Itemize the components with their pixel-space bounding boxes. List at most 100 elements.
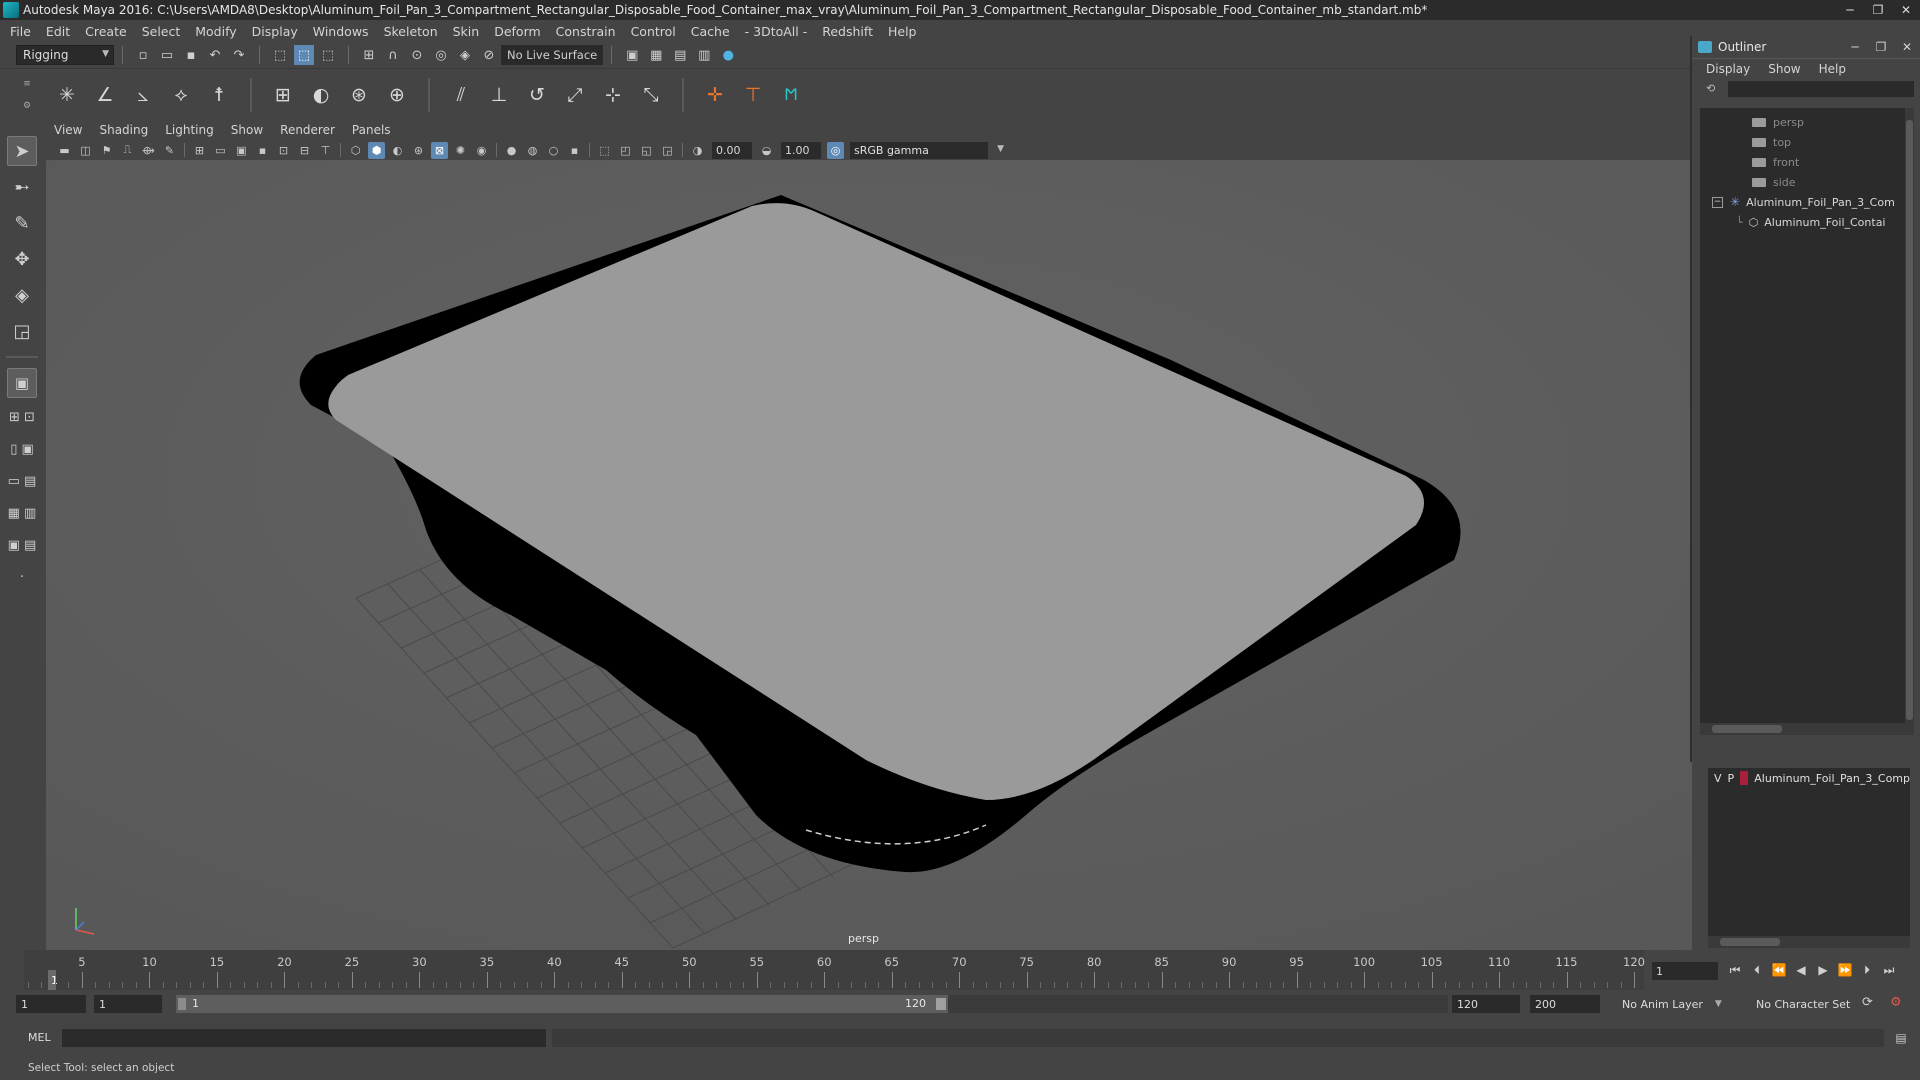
menu-display[interactable]: Display [252, 24, 298, 39]
field-chart-icon[interactable]: ⊡ [275, 142, 292, 159]
animation-prefs-icon[interactable]: ⚙ [1890, 995, 1902, 1010]
mel-label[interactable]: MEL [28, 1031, 51, 1044]
tree-item-top[interactable]: top [1700, 132, 1914, 152]
step-back-key-icon[interactable]: ⏪ [1768, 960, 1790, 980]
character-set-dropdown[interactable]: No Character Set [1756, 995, 1850, 1013]
minimize-button[interactable]: ─ [1836, 1, 1864, 19]
safe-action-icon[interactable]: ⊟ [296, 142, 313, 159]
wrap-deformer-icon[interactable]: ⊛ [343, 79, 375, 111]
snap-live-icon[interactable]: ⊘ [479, 45, 499, 65]
new-scene-icon[interactable]: ▫ [133, 45, 153, 65]
resolution-gate-icon[interactable]: ▣ [233, 142, 250, 159]
locator-icon[interactable]: ✛ [699, 79, 731, 111]
tree-item-root[interactable]: − ✳ Aluminum_Foil_Pan_3_Com [1700, 192, 1914, 212]
gate-mask-icon[interactable]: ▪ [254, 142, 271, 159]
save-scene-icon[interactable]: ▪ [181, 45, 201, 65]
filter-icon[interactable]: ⟲ [1706, 82, 1720, 96]
tree-item-child[interactable]: └ ⬡ Aluminum_Foil_Contai [1700, 212, 1914, 232]
image-plane-icon[interactable]: ⎍ [119, 142, 136, 159]
snap-surface-icon[interactable]: ◈ [455, 45, 475, 65]
anti-aliasing-icon[interactable]: ○ [545, 142, 562, 159]
ik-spline-icon[interactable]: ⦣ [127, 79, 159, 111]
lasso-tool-icon[interactable]: ➸ [7, 172, 37, 202]
color-management-icon[interactable]: ◎ [827, 141, 844, 159]
xray-active-icon[interactable]: ◲ [659, 142, 676, 159]
single-view-layout-icon[interactable]: ▣ [7, 368, 37, 398]
undo-icon[interactable]: ↶ [205, 45, 225, 65]
playback-start-field[interactable]: 1 [94, 995, 162, 1013]
command-input[interactable] [62, 1029, 546, 1047]
exposure-field[interactable]: 0.00 [712, 141, 752, 159]
pole-vector-icon[interactable]: ⤡ [635, 79, 667, 111]
select-hierarchy-icon[interactable]: ⬚ [270, 45, 290, 65]
aim-constraint-icon[interactable]: ⊹ [597, 79, 629, 111]
shelf-handle[interactable]: ≡ ⚙ [20, 73, 34, 117]
rotate-tool-icon[interactable]: ◈ [7, 280, 37, 310]
lattice-icon[interactable]: ⊞ [267, 79, 299, 111]
outliner-vertical-scrollbar[interactable] [1905, 108, 1914, 735]
ipr-render-icon[interactable]: ▤ [670, 45, 690, 65]
use-all-lights-icon[interactable]: ✺ [452, 142, 469, 159]
colorspace-dropdown[interactable]: sRGB gamma ▼ [850, 141, 1004, 159]
graph-layout-icon[interactable]: ▦ ▥ [7, 500, 37, 526]
snap-view-icon[interactable]: ◎ [431, 45, 451, 65]
restore-button[interactable]: ❐ [1864, 1, 1892, 19]
quick-rig-icon[interactable]: ☨ [203, 79, 235, 111]
outliner-layout-icon[interactable]: ▭ ▤ [7, 468, 37, 494]
go-to-start-icon[interactable]: ⏮ [1724, 960, 1746, 980]
open-scene-icon[interactable]: ▭ [157, 45, 177, 65]
orient-constraint-icon[interactable]: ↺ [521, 79, 553, 111]
two-view-layout-icon[interactable]: ▯ ▣ [7, 436, 37, 462]
anim-layer-dropdown[interactable]: No Anim Layer ▼ [1622, 995, 1722, 1013]
camera-attributes-icon[interactable]: ◫ [77, 142, 94, 159]
cluster-icon[interactable]: ◐ [305, 79, 337, 111]
grid-icon[interactable]: ⊞ [191, 142, 208, 159]
xray-joints-icon[interactable]: ◱ [638, 142, 655, 159]
viewport-persp[interactable]: persp [46, 160, 1692, 950]
menu-windows[interactable]: Windows [313, 24, 369, 39]
outliner-minimize-button[interactable]: ─ [1842, 40, 1868, 54]
safe-title-icon[interactable]: ⊤ [317, 142, 334, 159]
tree-item-side[interactable]: side [1700, 172, 1914, 192]
select-tool-icon[interactable]: ➤ [7, 136, 37, 166]
select-component-icon[interactable]: ⬚ [318, 45, 338, 65]
soft-mod-icon[interactable]: ⊕ [381, 79, 413, 111]
outliner-horizontal-scrollbar[interactable] [1700, 723, 1905, 735]
set-key-icon[interactable]: ⊤ [737, 79, 769, 111]
menu-3dtoall[interactable]: - 3DtoAll - [745, 24, 808, 39]
live-surface-field[interactable]: No Live Surface [501, 45, 604, 65]
layer-row[interactable]: V P Aluminum_Foil_Pan_3_Comp [1708, 768, 1910, 788]
select-object-icon[interactable]: ⬚ [294, 45, 314, 65]
menu-edit[interactable]: Edit [46, 24, 70, 39]
current-frame-field[interactable]: 1 [1652, 962, 1718, 980]
wireframe-icon[interactable]: ⬡ [347, 142, 364, 159]
textured-icon[interactable]: ⊠ [431, 141, 448, 159]
default-material-icon[interactable]: ◐ [389, 142, 406, 159]
film-gate-icon[interactable]: ▭ [212, 142, 229, 159]
select-camera-icon[interactable]: ▬ [56, 142, 73, 159]
hypershade-icon[interactable]: ● [718, 45, 738, 65]
layer-horizontal-scrollbar[interactable] [1708, 936, 1910, 948]
step-forward-key-icon[interactable]: ⏩ [1834, 960, 1856, 980]
collapse-icon[interactable]: − [1712, 196, 1723, 208]
go-to-end-icon[interactable]: ⏭ [1878, 960, 1900, 980]
menu-cache[interactable]: Cache [691, 24, 730, 39]
range-bar[interactable]: 1 120 [176, 995, 948, 1013]
range-track[interactable] [948, 995, 1448, 1013]
scale-tool-icon[interactable]: ◲ [7, 316, 37, 346]
isolate-select-icon[interactable]: ⬚ [596, 142, 613, 159]
panel-menu-lighting[interactable]: Lighting [165, 123, 214, 137]
panel-menu-panels[interactable]: Panels [352, 123, 391, 137]
gamma-field[interactable]: 1.00 [781, 141, 821, 159]
menu-skin[interactable]: Skin [453, 24, 480, 39]
more-layouts-icon[interactable]: · [7, 564, 37, 590]
menu-create[interactable]: Create [85, 24, 127, 39]
render-settings-icon[interactable]: ▣ [622, 45, 642, 65]
animation-start-field[interactable]: 1 [16, 995, 86, 1013]
joint-tool-icon[interactable]: ✳ [51, 79, 83, 111]
move-tool-icon[interactable]: ✥ [7, 244, 37, 274]
render-current-icon[interactable]: ▦ [646, 45, 666, 65]
script-editor-icon[interactable]: ▤ [1892, 1029, 1910, 1047]
auto-key-icon[interactable]: ⟳ [1862, 995, 1873, 1010]
depth-of-field-icon[interactable]: ▪ [566, 142, 583, 159]
